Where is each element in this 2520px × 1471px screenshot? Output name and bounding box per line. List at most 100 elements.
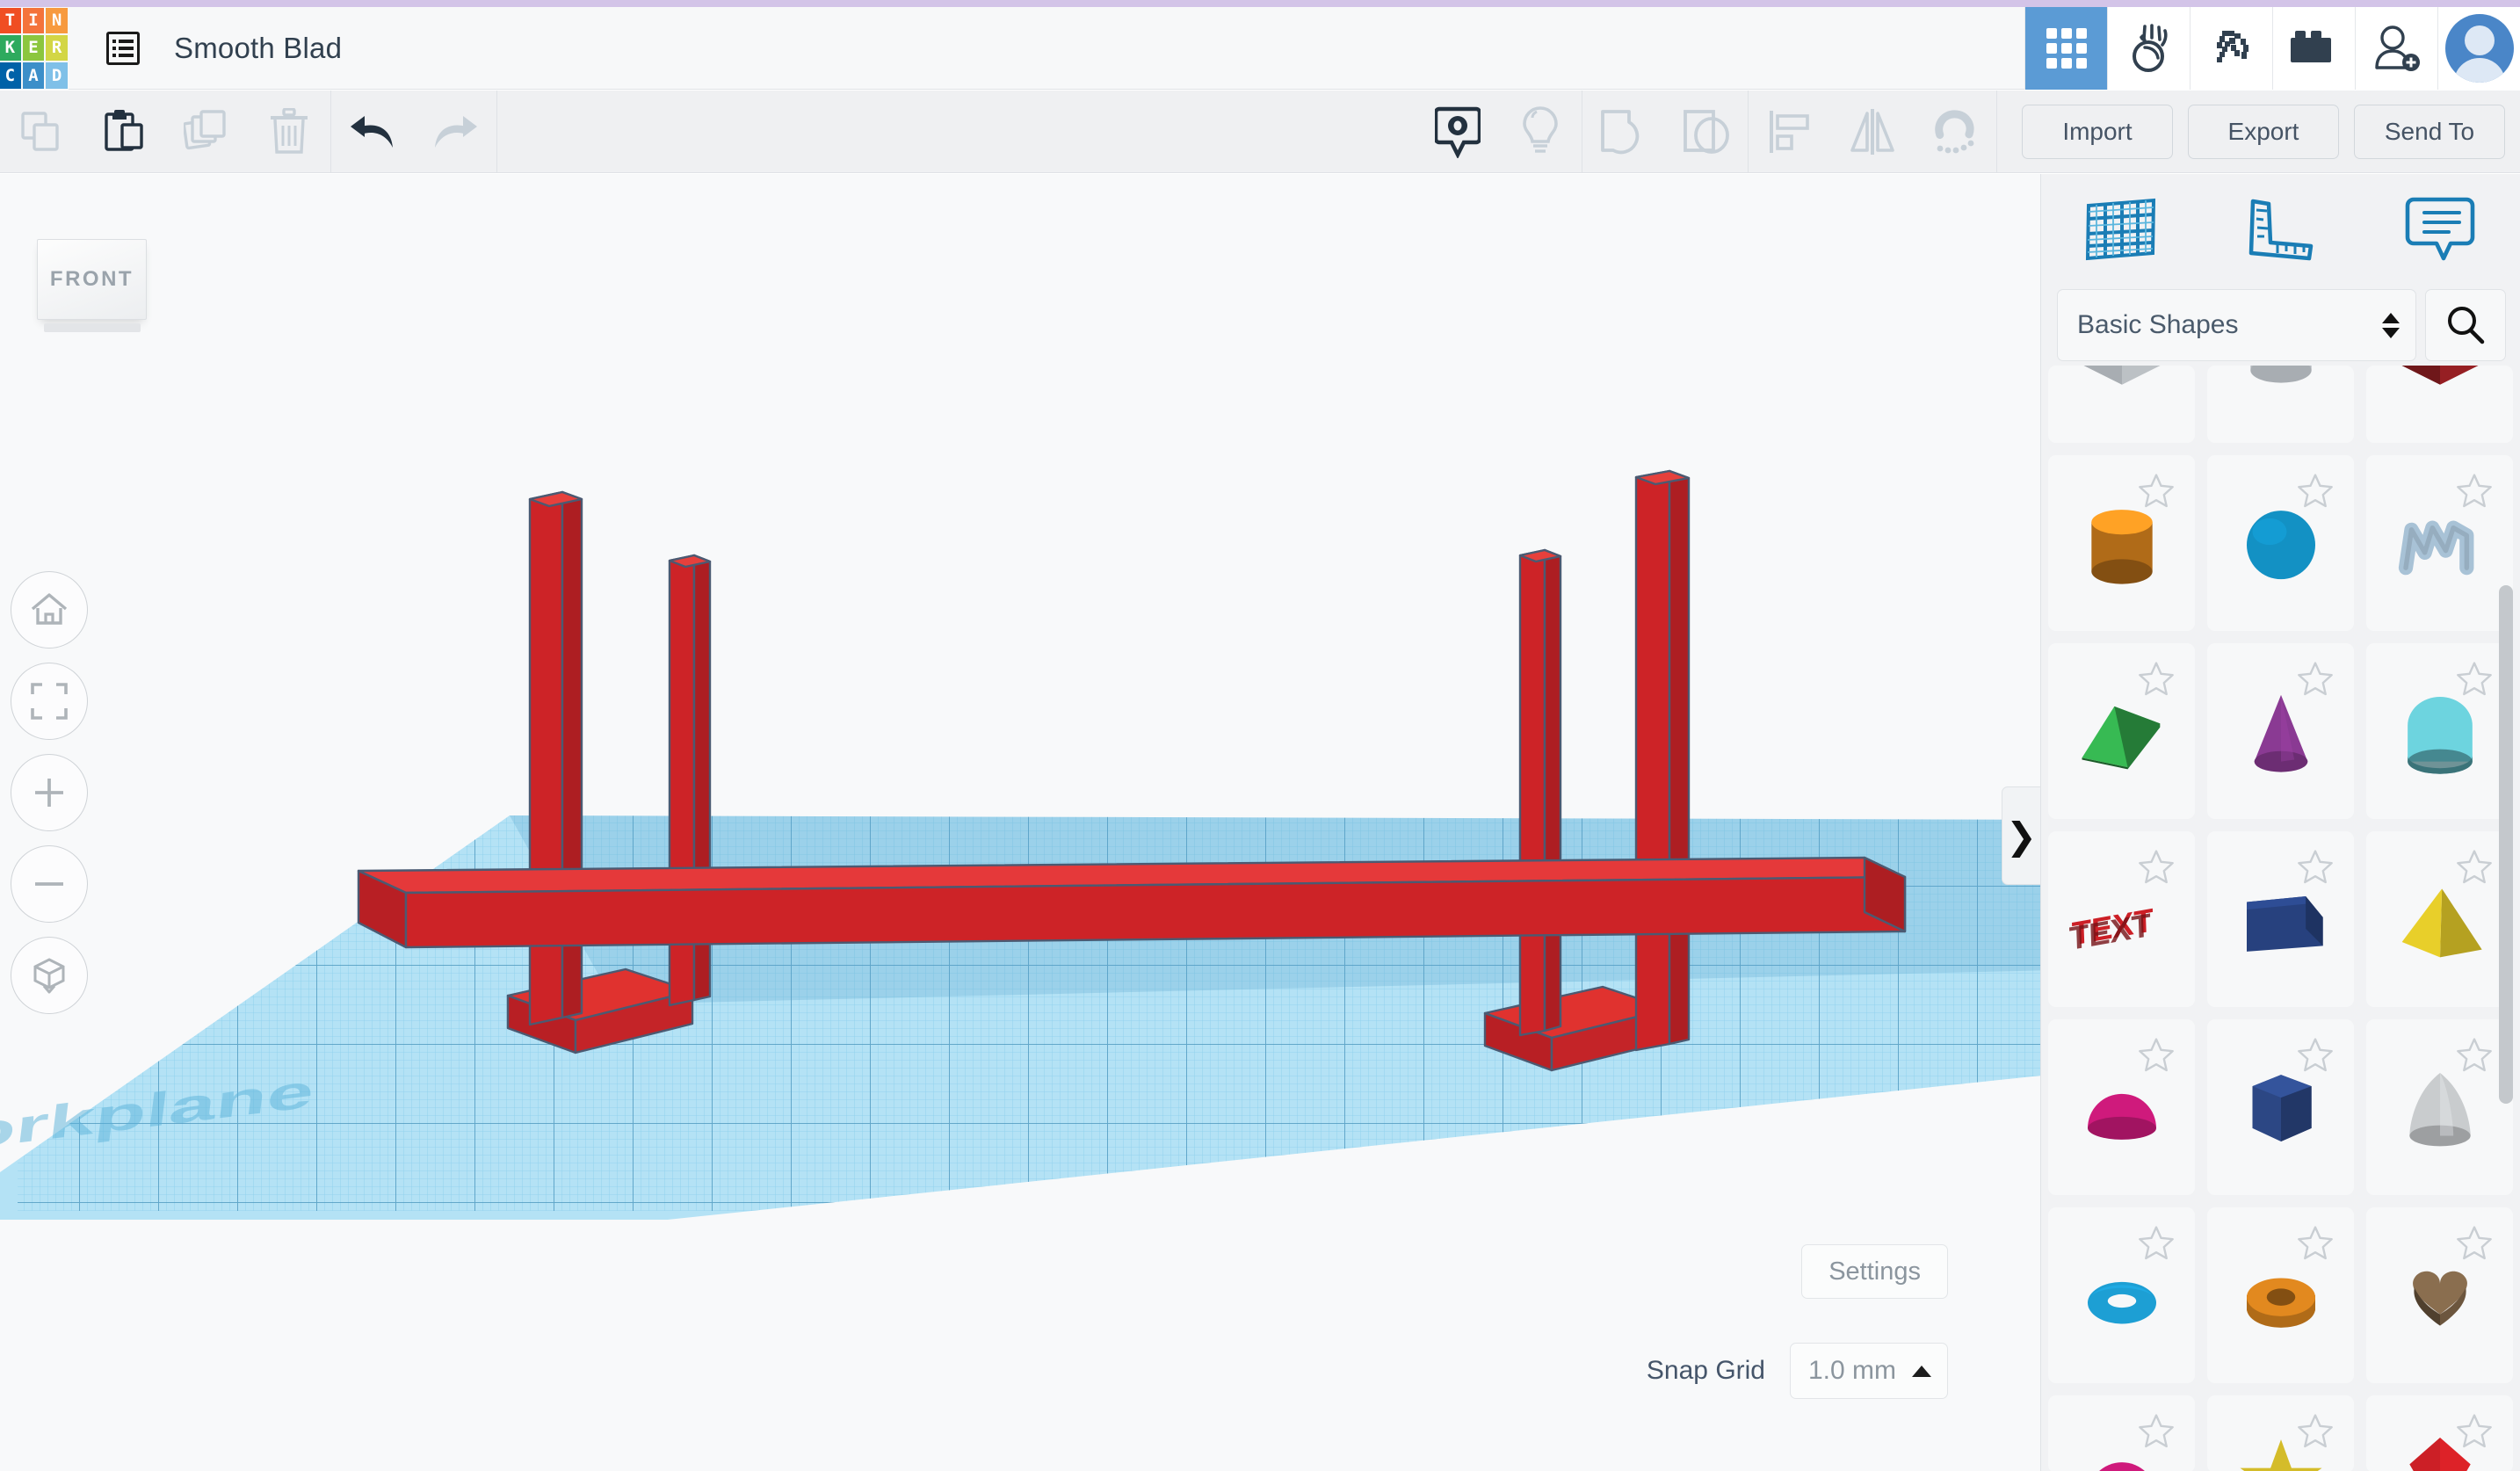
tab-ruler[interactable] xyxy=(2201,197,2361,262)
blocks-button[interactable] xyxy=(2272,6,2355,90)
favorite-star-icon[interactable] xyxy=(2455,471,2494,510)
favorite-star-icon[interactable] xyxy=(2137,1223,2176,1262)
shapes-panel: Basic Shapes TEXT TEXT xyxy=(2040,174,2520,1471)
panel-collapse-handle[interactable]: ❯ xyxy=(2002,786,2040,885)
fit-to-view-button[interactable] xyxy=(11,663,88,740)
shape-tile-heart[interactable] xyxy=(2366,1207,2513,1383)
copy-icon xyxy=(21,111,59,151)
viewport-nav-controls xyxy=(11,571,88,1014)
shape-tile-text[interactable]: TEXT TEXT xyxy=(2048,831,2195,1007)
mirror-flip-icon xyxy=(1850,108,1894,155)
hints-button[interactable] xyxy=(1499,91,1582,173)
undo-button[interactable] xyxy=(331,91,414,173)
shape-tile-star[interactable] xyxy=(2207,1395,2354,1471)
favorite-star-icon[interactable] xyxy=(2455,1411,2494,1450)
shape-tile-polygon[interactable] xyxy=(2207,1019,2354,1195)
favorite-star-icon[interactable] xyxy=(2455,659,2494,698)
document-list-button[interactable] xyxy=(95,7,151,90)
favorite-star-icon[interactable] xyxy=(2137,471,2176,510)
shape-tile-paraboloid[interactable] xyxy=(2366,1019,2513,1195)
duplicate-button[interactable] xyxy=(165,91,248,173)
delete-button[interactable] xyxy=(248,91,330,173)
box-shape-preview xyxy=(2383,366,2497,399)
hole-cylinder-shape-preview xyxy=(2224,366,2338,399)
align-icon xyxy=(1770,110,1809,153)
group-button[interactable] xyxy=(1582,91,1665,173)
user-account-button[interactable] xyxy=(2437,6,2520,90)
3d-viewport[interactable]: Workplane FRONT Settings Snap Grid 1.0 m… xyxy=(0,174,2040,1471)
align-button[interactable] xyxy=(1749,91,1831,173)
view-cube[interactable]: FRONT xyxy=(37,239,149,336)
shape-tile-hole-cylinder[interactable] xyxy=(2207,366,2354,443)
shape-category-value: Basic Shapes xyxy=(2077,310,2239,339)
zoom-out-button[interactable] xyxy=(11,845,88,923)
logo-tile: K xyxy=(0,33,22,62)
shape-tile-roof[interactable] xyxy=(2048,643,2195,819)
send-to-button[interactable]: Send To xyxy=(2354,104,2505,159)
shape-tile-wedge[interactable] xyxy=(2207,831,2354,1007)
shape-tile-cone[interactable] xyxy=(2207,643,2354,819)
zoom-in-button[interactable] xyxy=(11,754,88,831)
notes-button[interactable] xyxy=(1416,91,1499,173)
shape-tile-hole-box[interactable] xyxy=(2048,366,2195,443)
favorite-star-icon[interactable] xyxy=(2137,659,2176,698)
hole-box-shape-preview xyxy=(2065,366,2179,399)
export-button[interactable]: Export xyxy=(2188,104,2339,159)
fit-to-view-icon xyxy=(31,683,68,720)
tab-notes[interactable] xyxy=(2360,195,2520,264)
shape-tile-scribble[interactable] xyxy=(2366,455,2513,631)
snap-grid-select[interactable]: 1.0 mm xyxy=(1790,1343,1948,1399)
favorite-star-icon[interactable] xyxy=(2296,1223,2335,1262)
shape-tile-tube[interactable] xyxy=(2207,1207,2354,1383)
settings-button[interactable]: Settings xyxy=(1801,1244,1948,1299)
favorite-star-icon[interactable] xyxy=(2137,1035,2176,1074)
tinker-button[interactable] xyxy=(2107,6,2190,90)
tinkercad-logo[interactable]: T I N K E R C A D xyxy=(0,6,69,90)
shape-tile-sphere[interactable] xyxy=(2207,455,2354,631)
favorite-star-icon[interactable] xyxy=(2296,1411,2335,1450)
redo-button[interactable] xyxy=(414,91,496,173)
perspective-toggle-button[interactable] xyxy=(11,937,88,1014)
edit-toolbar: Import Export Send To xyxy=(0,90,2520,173)
favorite-star-icon[interactable] xyxy=(2296,1035,2335,1074)
home-view-button[interactable] xyxy=(11,571,88,649)
tinker-hand-apple-icon xyxy=(2132,23,2168,72)
edit-tools-group xyxy=(0,91,330,173)
shape-tile-box[interactable] xyxy=(2366,366,2513,443)
tab-shapes-workplane[interactable] xyxy=(2041,197,2201,262)
favorite-star-icon[interactable] xyxy=(2137,1411,2176,1450)
minecraft-button[interactable] xyxy=(2190,6,2272,90)
view-cube-label[interactable]: FRONT xyxy=(37,239,147,320)
shape-tile-half-sphere[interactable] xyxy=(2048,1019,2195,1195)
app-header: T I N K E R C A D Smooth Blad xyxy=(0,6,2520,90)
orthographic-toggle-icon xyxy=(33,958,65,994)
favorite-star-icon[interactable] xyxy=(2296,659,2335,698)
shapes-scrollbar-track[interactable] xyxy=(2499,471,2516,1438)
favorite-star-icon[interactable] xyxy=(2296,471,2335,510)
shape-search-button[interactable] xyxy=(2425,289,2506,361)
favorite-star-icon[interactable] xyxy=(2455,847,2494,886)
snap-magnet-button[interactable] xyxy=(1914,91,1996,173)
shape-tile-round-roof[interactable] xyxy=(2048,1395,2195,1471)
shape-tile-pyramid[interactable] xyxy=(2366,831,2513,1007)
shapes-scroll-region[interactable]: TEXT TEXT xyxy=(2041,366,2520,1471)
favorite-star-icon[interactable] xyxy=(2455,1035,2494,1074)
ungroup-button[interactable] xyxy=(1665,91,1748,173)
favorite-star-icon[interactable] xyxy=(2137,847,2176,886)
document-title[interactable]: Smooth Blad xyxy=(174,32,342,65)
favorite-star-icon[interactable] xyxy=(2296,847,2335,886)
paste-button[interactable] xyxy=(83,91,165,173)
import-button[interactable]: Import xyxy=(2022,104,2173,159)
shape-tile-cylinder[interactable] xyxy=(2048,455,2195,631)
shape-tile-half-cylinder[interactable] xyxy=(2366,643,2513,819)
copy-button[interactable] xyxy=(0,91,83,173)
mirror-button[interactable] xyxy=(1831,91,1914,173)
snap-grid-value: 1.0 mm xyxy=(1808,1356,1897,1385)
favorite-star-icon[interactable] xyxy=(2455,1223,2494,1262)
shape-category-select[interactable]: Basic Shapes xyxy=(2057,289,2416,361)
shapes-scrollbar-thumb[interactable] xyxy=(2499,585,2513,1104)
shape-tile-diamond[interactable] xyxy=(2366,1395,2513,1471)
shape-tile-torus[interactable] xyxy=(2048,1207,2195,1383)
invite-person-button[interactable] xyxy=(2355,6,2437,90)
gallery-grid-button[interactable] xyxy=(2024,6,2107,90)
